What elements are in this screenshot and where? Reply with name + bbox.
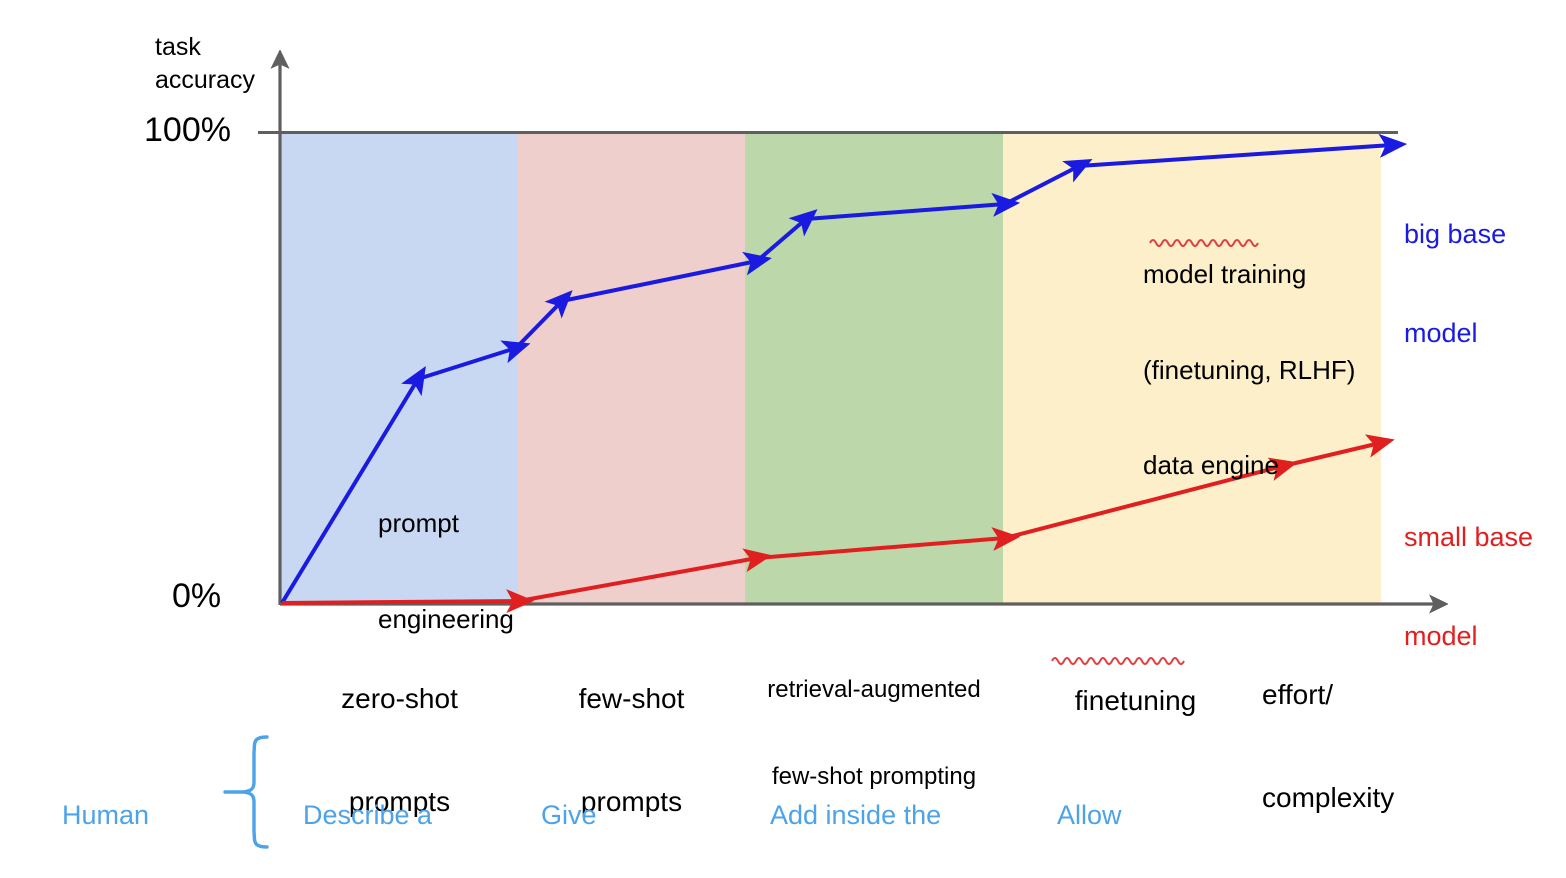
analogy-item-give-examples: Give examples of solving task <box>541 733 687 878</box>
note-model-training-line1: model training <box>1143 259 1307 290</box>
analogy-item-practice-task: Allow person to practice task <box>1057 733 1209 878</box>
x-category-finetuning-line1: finetuning <box>1074 685 1197 717</box>
analogy-brace <box>223 735 269 849</box>
y-axis-title-line1: task <box>155 33 201 61</box>
analogy-item-add-content: Add inside the prompt some relevant cont… <box>770 733 962 878</box>
band-few-shot <box>518 133 745 605</box>
y-tick-0: 0% <box>172 577 222 615</box>
diagram-canvas: task accuracy 100% 0% zero-shot prompts … <box>0 0 1566 878</box>
analogy-item-give-examples-line1: Give <box>541 799 597 830</box>
legend-small-base-model: small base model <box>1404 455 1533 719</box>
note-prompt-engineering: prompt engineering <box>378 445 514 699</box>
y-axis-title-line2: accuracy <box>155 66 256 94</box>
x-axis-title-line2: complexity <box>1262 781 1395 813</box>
legend-big-base-model: big base model <box>1404 152 1506 416</box>
legend-small-base-model-line1: small base <box>1404 521 1534 552</box>
legend-small-base-model-line2: model <box>1404 620 1478 651</box>
analogy-item-practice-task-line1: Allow <box>1057 799 1122 830</box>
y-tick-100: 100% <box>144 111 231 149</box>
band-retrieval-augmented <box>745 133 1003 605</box>
note-prompt-engineering-line2: engineering <box>378 603 514 634</box>
note-model-training: model training (finetuning, RLHF) data e… <box>1143 196 1355 545</box>
analogy-item-describe-task-line1: Describe a <box>303 799 433 830</box>
x-category-few-shot-line1: few-shot <box>578 683 685 715</box>
note-model-training-line3: data engine <box>1143 449 1279 480</box>
analogy-title-line1: Human <box>62 799 150 830</box>
note-prompt-engineering-line1: prompt <box>378 508 459 539</box>
note-model-training-line2: (finetuning, RLHF) <box>1143 354 1356 385</box>
legend-big-base-model-line1: big base <box>1404 218 1507 249</box>
x-category-retrieval-augmented-line1: retrieval-augmented <box>767 675 981 703</box>
analogy-title: Human expertise analogy <box>62 733 172 878</box>
x-axis-title: effort/ complexity <box>1262 610 1394 878</box>
analogy-item-add-content-line1: Add inside the <box>770 799 942 830</box>
legend-big-base-model-line2: model <box>1404 317 1478 348</box>
analogy-item-describe-task: Describe a task in words <box>303 733 461 878</box>
x-axis-title-line1: effort/ <box>1262 679 1334 711</box>
